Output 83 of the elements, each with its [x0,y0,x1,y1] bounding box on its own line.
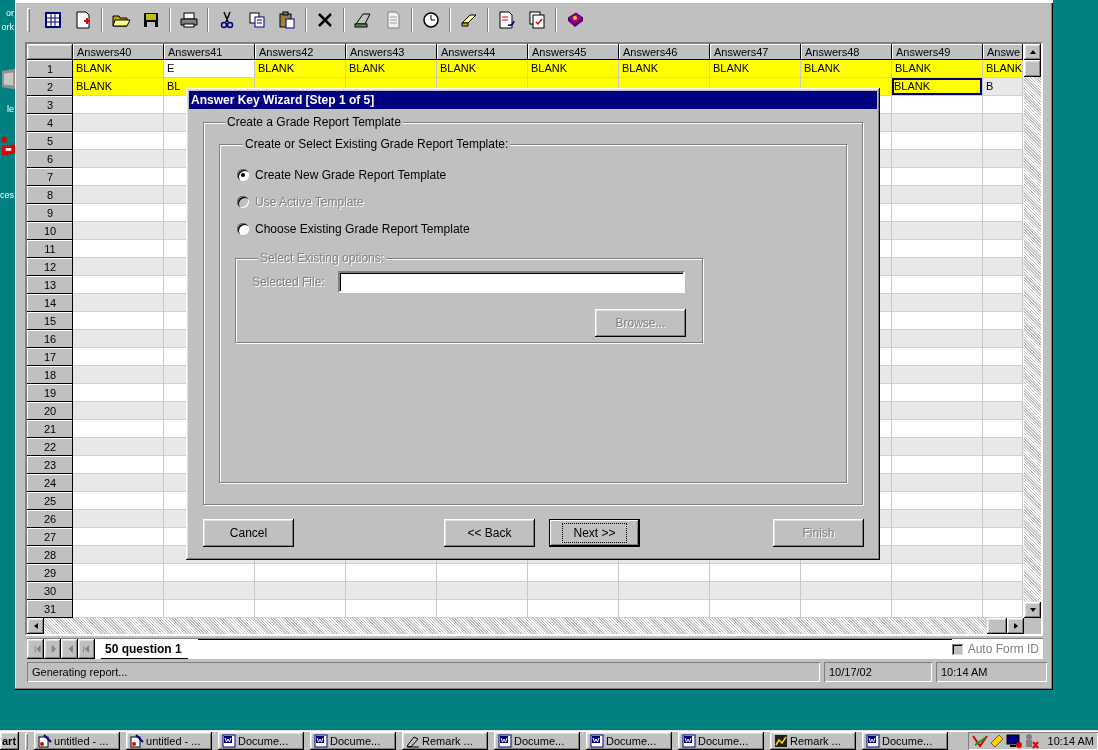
radio-label[interactable]: Create New Grade Report Template [255,168,447,182]
table-cell[interactable]: BLANK [437,60,528,78]
dialog-title-bar: Answer Key Wizard [Step 1 of 5] [189,91,877,109]
status-time: 10:14 AM [936,662,1047,682]
desktop-icon-label[interactable]: or [6,8,14,18]
row-header[interactable]: 19 [27,384,73,402]
desktop-icon-label[interactable]: ces [0,190,14,200]
row-header[interactable]: 10 [27,222,73,240]
status-message: Generating report... [27,662,820,682]
table-cell[interactable]: BLANK [892,78,983,96]
row-header[interactable]: 29 [27,564,73,582]
row-header[interactable]: 16 [27,330,73,348]
taskbar-button[interactable]: Docume... [678,732,765,750]
table-cell[interactable]: BLANK [255,60,346,78]
row-header[interactable]: 1 [27,60,73,78]
field-label: Selected File: [252,275,326,289]
table-cell[interactable]: BLANK [892,60,983,78]
back-button[interactable]: << Back [444,519,535,547]
table-cell[interactable]: BLANK [73,60,164,78]
column-header[interactable]: Answers45 [528,44,619,60]
column-header[interactable]: Answers44 [437,44,528,60]
taskbar-button[interactable]: Remark ... [770,732,857,750]
group-label: Create or Select Existing Grade Report Template: [243,137,511,151]
desktop-icon-label[interactable]: ork [1,22,14,32]
row-header[interactable]: 13 [27,276,73,294]
row-header[interactable]: 21 [27,420,73,438]
taskbar-button[interactable]: Docume... [586,732,673,750]
row-header[interactable]: 6 [27,150,73,168]
row-header[interactable]: 17 [27,348,73,366]
row-header[interactable]: 18 [27,366,73,384]
row-header[interactable]: 5 [27,132,73,150]
table-cell[interactable]: BLANK [528,60,619,78]
status-date: 10/17/02 [824,662,932,682]
taskbar-button[interactable]: Docume... [218,732,305,750]
table-cell[interactable]: BLANK [801,60,892,78]
row-header[interactable]: 14 [27,294,73,312]
row-header[interactable]: 11 [27,240,73,258]
column-header[interactable]: Answers46 [619,44,710,60]
row-header[interactable]: 22 [27,438,73,456]
taskbar-button[interactable]: untitled - ... [126,732,213,750]
row-header[interactable]: 31 [27,600,73,618]
table-cell[interactable]: BLANK [73,78,164,96]
row-header[interactable]: 26 [27,510,73,528]
row-header[interactable]: 3 [27,96,73,114]
clock[interactable]: 10:14 AM [1047,735,1094,747]
row-header[interactable]: 30 [27,582,73,600]
row-header[interactable]: 25 [27,492,73,510]
row-header[interactable]: 20 [27,402,73,420]
taskbar-button[interactable]: Docume... [310,732,397,750]
taskbar-button[interactable]: Docume... [494,732,581,750]
table-cell[interactable]: BLANK [983,60,1023,78]
row-header[interactable]: 7 [27,168,73,186]
radio-label[interactable]: Choose Existing Grade Report Template [255,222,470,236]
row-header[interactable]: 2 [27,78,73,96]
taskbar-button[interactable]: Remark ... [402,732,489,750]
row-header[interactable]: 15 [27,312,73,330]
row-header[interactable]: 4 [27,114,73,132]
column-header[interactable]: Answers49 [892,44,983,60]
group-label: Create a Grade Report Template [225,115,403,129]
start-button[interactable]: art [0,732,20,750]
taskbar-button[interactable]: untitled - ... [34,732,121,750]
next-button[interactable]: Next >> [549,519,640,547]
group-label: Select Existing options: [258,251,387,265]
row-header[interactable]: 28 [27,546,73,564]
column-header[interactable]: Answers47 [710,44,801,60]
column-header[interactable]: Answe [983,44,1023,60]
table-cell[interactable]: BLANK [710,60,801,78]
column-header[interactable]: Answers43 [346,44,437,60]
column-header[interactable]: Answers42 [255,44,346,60]
cancel-button[interactable]: Cancel [203,519,294,547]
row-header[interactable]: 8 [27,186,73,204]
desktop-icon-label[interactable]: le [7,104,14,114]
table-cell[interactable]: BLANK [346,60,437,78]
table-cell[interactable]: BLANK [619,60,710,78]
column-header[interactable]: Answers48 [801,44,892,60]
row-header[interactable]: 27 [27,528,73,546]
column-header[interactable]: Answers41 [164,44,255,60]
row-header[interactable]: 23 [27,456,73,474]
row-header[interactable]: 24 [27,474,73,492]
row-header[interactable]: 9 [27,204,73,222]
taskbar-button[interactable]: Docume... [862,732,949,750]
column-header[interactable]: Answers40 [73,44,164,60]
row-header[interactable]: 12 [27,258,73,276]
